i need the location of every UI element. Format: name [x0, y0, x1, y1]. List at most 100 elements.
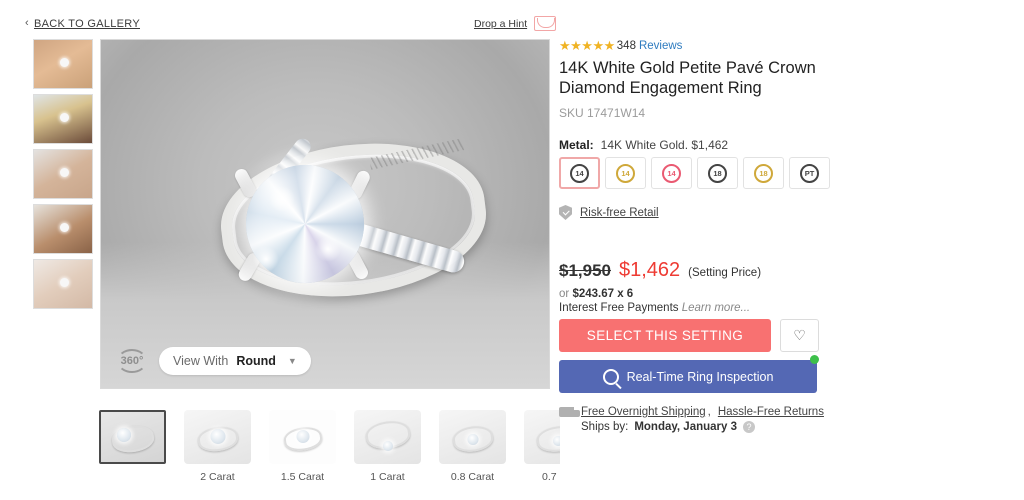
carat-option[interactable] [99, 410, 166, 494]
metal-swatch-group[interactable]: 14 14 14 18 18 PT [559, 157, 830, 189]
help-icon[interactable]: ? [743, 421, 755, 433]
product-image-viewer[interactable]: 360° View With Round ▼ [100, 39, 550, 389]
heart-icon: ♡ [793, 327, 806, 343]
carat-thumbnail [184, 410, 251, 464]
back-chevron-icon: ‹ [25, 17, 29, 29]
shipping-block: Free Overnight Shipping , Hassle-Free Re… [559, 406, 824, 433]
hassle-free-returns-link[interactable]: Hassle-Free Returns [718, 406, 824, 418]
carat-thumbnail [99, 410, 166, 464]
installment-label: Interest Free Payments [559, 302, 679, 314]
envelope-heart-icon[interactable] [534, 16, 557, 31]
drop-a-hint-link[interactable]: Drop a Hint [474, 18, 527, 30]
installment-amount-row: or $243.67 x 6 [559, 288, 633, 300]
carat-label: 0.8 Carat [450, 471, 495, 483]
installment-label-row: Interest Free Payments Learn more... [559, 302, 750, 314]
review-count: 348 [616, 40, 636, 52]
metal-swatch-14k-yellow[interactable]: 14 [605, 157, 646, 189]
sku-text: SKU 17471W14 [559, 106, 646, 120]
metal-swatch-platinum[interactable]: PT [789, 157, 830, 189]
ships-by-label: Ships by: [581, 421, 629, 433]
shipping-links-row: Free Overnight Shipping , Hassle-Free Re… [559, 406, 824, 418]
cta-row: SELECT THIS SETTING ♡ [559, 319, 819, 352]
metal-swatch-18k-white[interactable]: 18 [697, 157, 738, 189]
carat-label: 2 Carat [200, 471, 235, 483]
original-price: $1,950 [559, 261, 611, 280]
metal-swatch-label: 18 [754, 163, 773, 183]
metal-value: 14K White Gold. $1,462 [600, 138, 729, 152]
carat-size-strip[interactable]: 2 Carat 1.5 Carat 1 Carat 0.8 Carat 0.7 [99, 410, 560, 494]
free-overnight-shipping-link[interactable]: Free Overnight Shipping [581, 406, 706, 418]
thumbnail-item[interactable] [33, 204, 93, 254]
drop-a-hint[interactable]: Drop a Hint [474, 16, 557, 31]
rotate-arc [117, 349, 147, 373]
rating-row[interactable]: ★★★★★ 348 Reviews [559, 38, 682, 54]
reviews-link[interactable]: Reviews [639, 40, 682, 52]
carat-thumbnail [354, 410, 421, 464]
select-this-setting-button[interactable]: SELECT THIS SETTING [559, 319, 771, 352]
metal-row: Metal: 14K White Gold. $1,462 [559, 138, 728, 152]
diamond-icon [296, 430, 309, 443]
carat-label: 1.5 Carat [280, 471, 325, 483]
viewer-controls: 360° View With Round ▼ [115, 346, 311, 376]
product-page: ‹ BACK TO GALLERY Drop a Hint 360° View … [0, 0, 1024, 500]
price-note: (Setting Price) [688, 267, 762, 279]
metal-swatch-14k-rose[interactable]: 14 [651, 157, 692, 189]
diamond-icon [467, 434, 478, 445]
diamond-icon [210, 429, 225, 444]
thumbnail-item[interactable] [33, 39, 93, 89]
carat-label: 1 Carat [370, 471, 405, 483]
metal-swatch-14k-white[interactable]: 14 [559, 157, 600, 189]
sparkle-icon [269, 186, 295, 212]
carat-thumbnail [269, 410, 336, 464]
sparkle-icon [253, 246, 279, 272]
page-title: 14K White Gold Petite Pavé Crown Diamond… [559, 59, 816, 97]
status-badge [810, 355, 819, 364]
metal-swatch-label: 14 [570, 163, 589, 183]
real-time-ring-inspection-button[interactable]: Real-Time Ring Inspection [559, 360, 817, 393]
sparkle-icon [315, 236, 341, 262]
thumbnail-list [33, 39, 93, 314]
carat-option[interactable]: 0.8 Carat [439, 410, 506, 494]
thumbnail-item[interactable] [33, 259, 93, 309]
risk-free-link[interactable]: Risk-free Retail [580, 207, 659, 219]
metal-label: Metal: [559, 138, 594, 152]
metal-swatch-label: 14 [662, 163, 681, 183]
carat-thumbnail [439, 410, 506, 464]
ships-by-date: Monday, January 3 [634, 421, 737, 433]
learn-more-link[interactable]: Learn more... [682, 302, 750, 314]
ring-icon [60, 113, 69, 122]
rotate-360-icon[interactable]: 360° [115, 346, 149, 376]
thumbnail-item[interactable] [33, 149, 93, 199]
risk-free-retail[interactable]: Risk-free Retail [559, 205, 659, 220]
back-to-gallery-link[interactable]: BACK TO GALLERY [34, 18, 140, 30]
shipping-separator: , [707, 406, 711, 418]
metal-swatch-18k-yellow[interactable]: 18 [743, 157, 784, 189]
ring-icon [60, 278, 69, 287]
carat-option[interactable]: 0.7 Ca [524, 410, 560, 494]
ring-icon [109, 423, 156, 455]
carat-option[interactable]: 1 Carat [354, 410, 421, 494]
view-with-label: View With [173, 354, 229, 368]
favorite-button[interactable]: ♡ [780, 319, 819, 352]
metal-swatch-label: PT [800, 163, 819, 183]
view-with-value: Round [236, 354, 276, 368]
installment-amount: $243.67 x 6 [572, 288, 634, 300]
carat-option[interactable]: 1.5 Carat [269, 410, 336, 494]
ring-icon [60, 58, 69, 67]
ring-icon [60, 223, 69, 232]
star-rating-icon: ★★★★★ [559, 38, 615, 53]
carat-label: 0.7 Ca [542, 471, 560, 483]
inspect-label: Real-Time Ring Inspection [626, 369, 774, 384]
diamond-icon [116, 428, 131, 442]
carat-option[interactable]: 2 Carat [184, 410, 251, 494]
metal-swatch-label: 18 [708, 163, 727, 183]
shield-check-icon [559, 205, 572, 220]
magnifier-diamond-icon [602, 368, 619, 385]
view-with-dropdown[interactable]: View With Round ▼ [159, 347, 311, 375]
thumbnail-item[interactable] [33, 94, 93, 144]
chevron-down-icon[interactable]: ▼ [288, 356, 297, 366]
carat-thumbnail [524, 410, 560, 464]
truck-icon [559, 407, 580, 417]
installment-prefix: or [559, 288, 570, 300]
ships-by-row: Ships by: Monday, January 3 ? [581, 421, 824, 433]
